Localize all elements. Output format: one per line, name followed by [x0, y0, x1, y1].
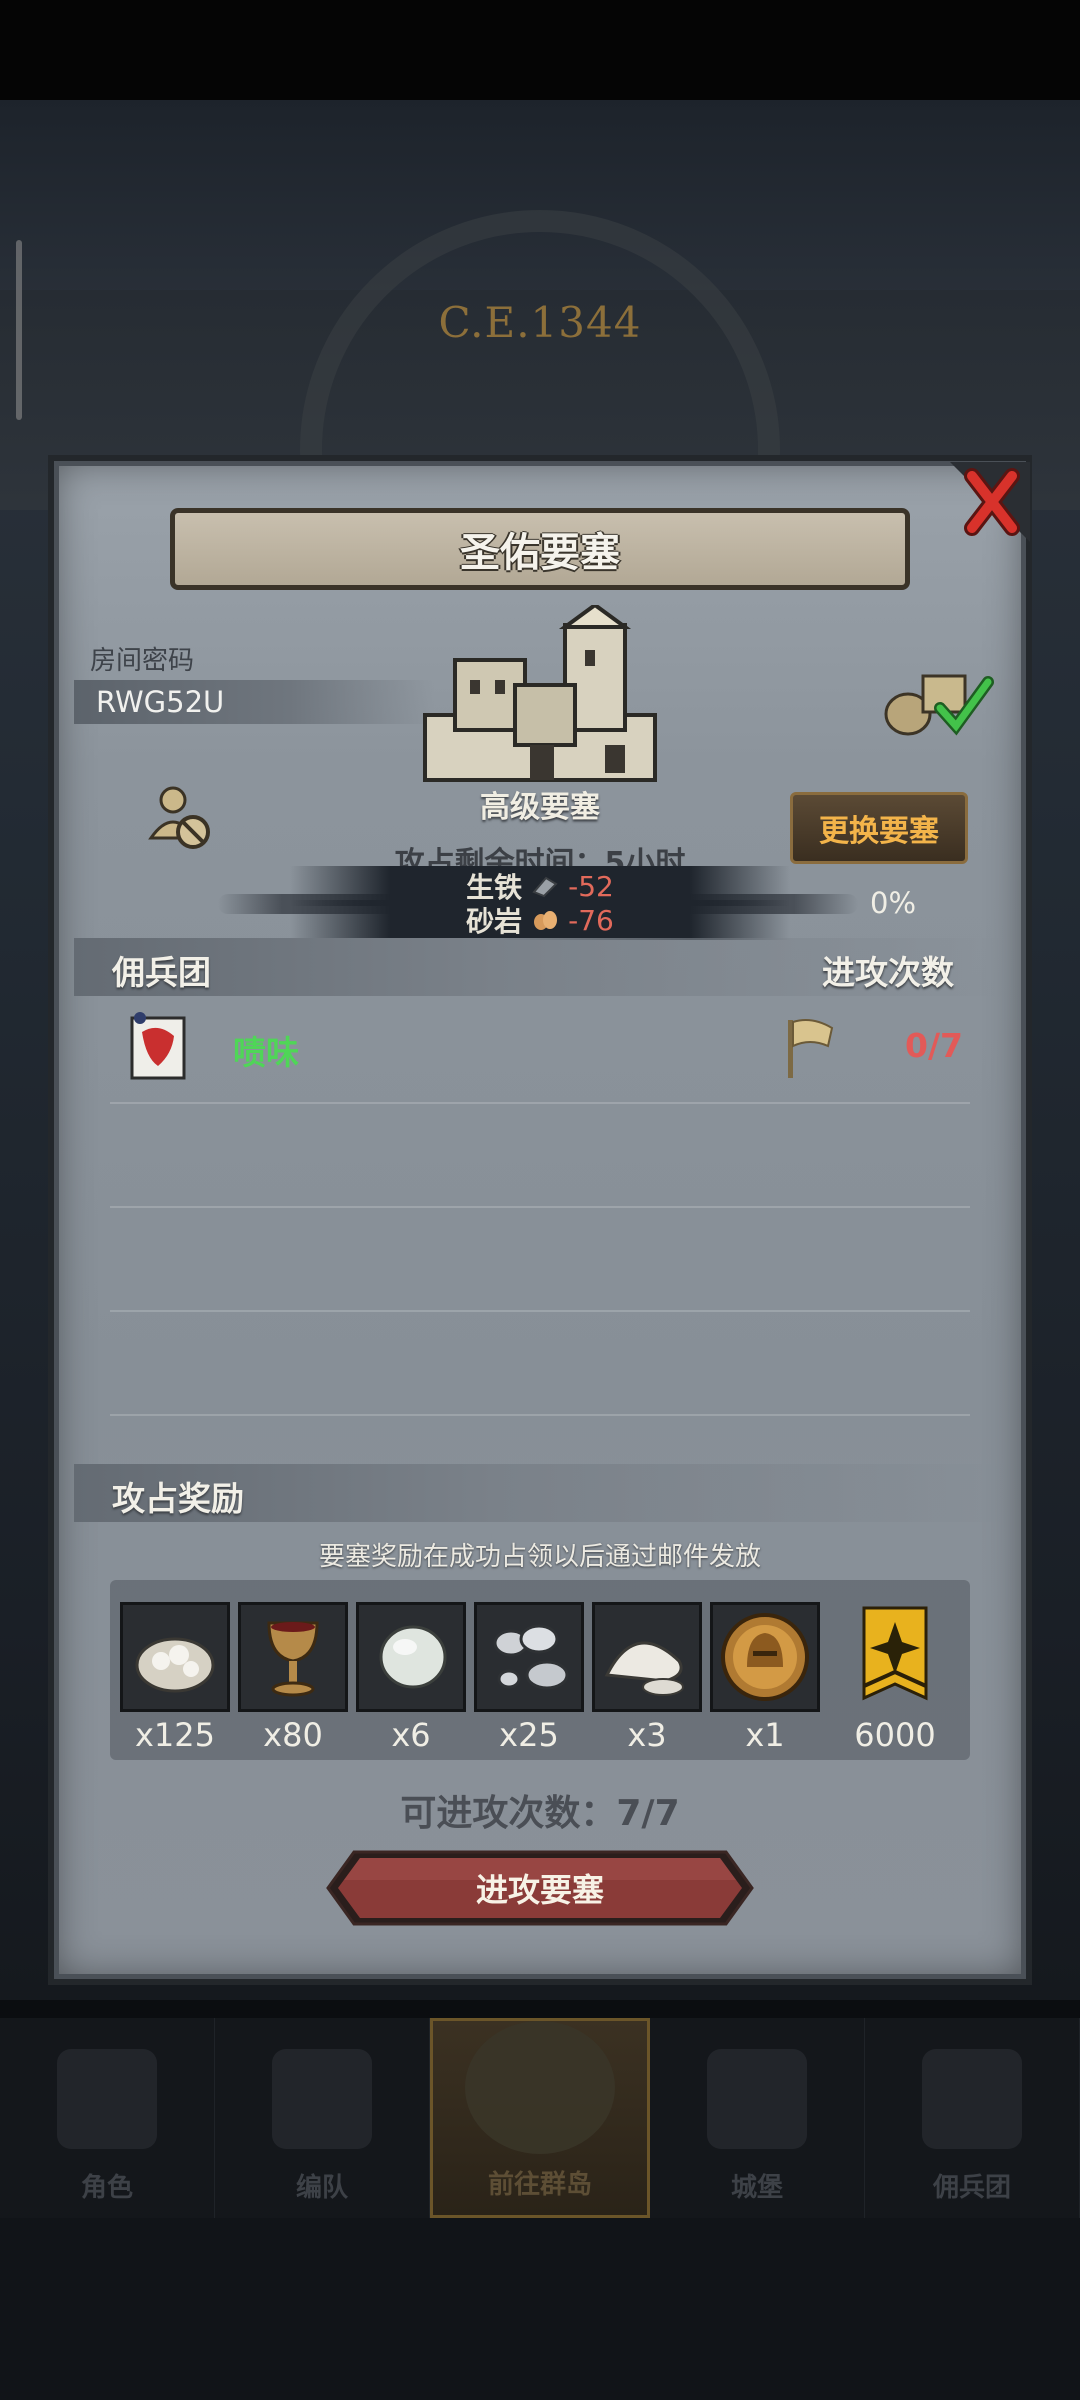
compass-map-icon	[465, 2021, 615, 2154]
reward-item-cotton[interactable]	[120, 1602, 230, 1712]
bottom-nav: 角色 编队 前往群岛 城堡 佣兵团	[0, 2018, 1080, 2218]
nav-item-formation[interactable]: 编队	[215, 2018, 430, 2218]
silver-ore-icon	[493, 1624, 569, 1690]
attack-fortress-label: 进攻要塞	[475, 1871, 604, 1909]
reward-qty: x6	[391, 1716, 431, 1754]
reward-qty: x25	[499, 1716, 559, 1754]
nav-item-castle[interactable]: 城堡	[650, 2018, 865, 2218]
goblet-icon	[267, 1621, 319, 1697]
reward-item-silver-ore[interactable]	[474, 1602, 584, 1712]
cost-row-sandstone: 砂岩 -76	[290, 900, 790, 940]
attack-fortress-button[interactable]: 进攻要塞	[326, 1850, 754, 1926]
reward-qty: x125	[134, 1716, 215, 1754]
reward-qty: x80	[263, 1716, 323, 1754]
knight-icon	[57, 2049, 157, 2149]
cost-value: -52	[568, 869, 614, 903]
nav-item-islands[interactable]: 前往群岛	[430, 2018, 650, 2218]
title-plate: 圣佑要塞	[170, 508, 910, 590]
fortress-icon	[423, 605, 657, 782]
helmet-icon	[272, 2049, 372, 2149]
mercenary-name: 啧味	[233, 1033, 299, 1072]
sandstone-icon	[534, 911, 558, 930]
reward-item-gem[interactable]	[356, 1602, 466, 1712]
nav-item-mercenary[interactable]: 佣兵团	[865, 2018, 1080, 2218]
reward-header: 攻占奖励	[112, 1479, 244, 1518]
dialog-title: 圣佑要塞	[460, 530, 620, 576]
cost-value: -76	[568, 903, 614, 937]
list-divider	[110, 1206, 970, 1208]
flag-icon	[788, 1019, 834, 1078]
iron-icon	[532, 876, 558, 898]
list-divider	[110, 1414, 970, 1416]
reward-qty: x1	[745, 1716, 785, 1754]
scroll-indicator	[16, 240, 22, 420]
castle-icon	[707, 2049, 807, 2149]
room-code-bar: RWG52U	[74, 680, 434, 724]
attacks-available: 可进攻次数：7/7	[400, 1793, 680, 1834]
mercenary-icon	[922, 2049, 1022, 2149]
status-bar-area	[0, 0, 1080, 100]
close-icon[interactable]	[950, 462, 1030, 542]
mercenary-attack-count: 0/7	[905, 1026, 963, 1065]
gem-icon	[379, 1625, 447, 1689]
nav-label: 角色	[80, 2173, 133, 2203]
nav-label: 编队	[295, 2173, 348, 2203]
room-code-label: 房间密码	[90, 646, 195, 676]
reward-item-salt[interactable]	[592, 1602, 702, 1712]
era-label: C.E.1344	[438, 298, 642, 347]
room-code: RWG52U	[96, 685, 225, 719]
bottom-area	[0, 2218, 1080, 2400]
reward-qty: x3	[627, 1716, 667, 1754]
list-divider	[110, 1310, 970, 1312]
supplies-bags-icon[interactable]	[878, 668, 998, 738]
nav-label: 前往群岛	[487, 2170, 592, 2200]
helmet-medal-icon	[721, 1613, 809, 1701]
reward-qty: 6000	[854, 1716, 936, 1754]
attack-count-header: 进攻次数	[822, 953, 954, 992]
mercenary-header: 佣兵团	[112, 953, 211, 992]
cost-name: 砂岩	[466, 905, 523, 938]
reward-item-goblet[interactable]	[238, 1602, 348, 1712]
reward-note: 要塞奖励在成功占领以后通过邮件发放	[318, 1542, 761, 1572]
honor-badge-icon[interactable]	[860, 1606, 930, 1710]
capture-progress-label: 0%	[870, 886, 917, 920]
reward-item-helmet-medal[interactable]	[710, 1602, 820, 1712]
nav-label: 城堡	[730, 2173, 783, 2203]
cotton-icon	[135, 1637, 215, 1693]
mercenary-banner-icon	[130, 1012, 186, 1080]
nav-item-character[interactable]: 角色	[0, 2018, 215, 2218]
nav-label: 佣兵团	[932, 2173, 1011, 2203]
salt-icon	[604, 1641, 684, 1696]
list-divider	[110, 1102, 970, 1104]
